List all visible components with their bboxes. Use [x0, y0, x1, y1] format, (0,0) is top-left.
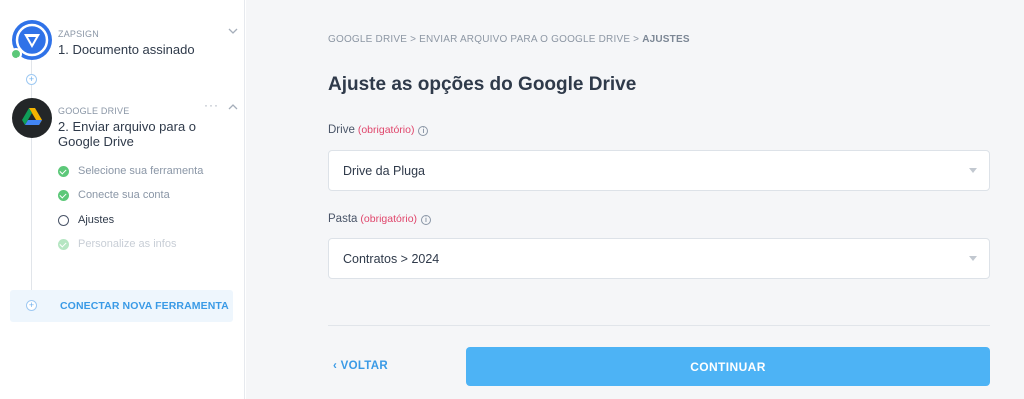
sidebar: ZAPSIGN 1. Documento assinado + GOOGLE D…: [0, 0, 245, 399]
info-icon[interactable]: i: [421, 215, 432, 225]
breadcrumb: GOOGLE DRIVE > ENVIAR ARQUIVO PARA O GOO…: [328, 34, 690, 45]
chevron-up-icon[interactable]: [228, 102, 238, 114]
drive-field-label: Drive (obrigatório) i: [328, 124, 429, 136]
folder-field-label: Pasta (obrigatório) i: [328, 213, 432, 225]
field-label-text: Pasta: [328, 213, 358, 225]
folder-select[interactable]: Contratos > 2024: [328, 238, 990, 279]
divider: [328, 325, 990, 326]
connect-new-tool-button[interactable]: + CONECTAR NOVA FERRAMENTA: [10, 290, 233, 322]
more-icon[interactable]: ···: [204, 98, 219, 112]
continue-button[interactable]: CONTINUAR: [466, 347, 990, 386]
substep-label: Ajustes: [78, 214, 115, 226]
check-icon: [58, 190, 69, 201]
drive-select-value: Drive da Pluga: [343, 164, 425, 178]
folder-select-value: Contratos > 2024: [343, 252, 440, 266]
main-panel: GOOGLE DRIVE > ENVIAR ARQUIVO PARA O GOO…: [246, 0, 1024, 399]
timeline-connector: [31, 138, 32, 290]
chevron-down-icon[interactable]: [228, 26, 238, 38]
plus-icon: +: [26, 300, 37, 311]
breadcrumb-current: AJUSTES: [642, 34, 690, 45]
required-tag: (obrigatório): [357, 124, 415, 136]
substep-label: Conecte sua conta: [78, 189, 170, 201]
add-step-icon[interactable]: +: [26, 74, 37, 85]
app-name: GOOGLE DRIVE: [58, 106, 130, 116]
google-drive-logo-icon: [12, 98, 52, 138]
step-title: 1. Documento assinado: [58, 42, 195, 57]
drive-select[interactable]: Drive da Pluga: [328, 150, 990, 191]
app-name: ZAPSIGN: [58, 29, 99, 39]
back-button-label: ‹ VOLTAR: [333, 360, 388, 372]
check-icon: [58, 166, 69, 177]
current-step-icon: [58, 215, 69, 226]
step-title-continued: Google Drive: [58, 134, 134, 149]
caret-down-icon: [969, 256, 977, 261]
continue-button-label: CONTINUAR: [690, 360, 766, 374]
check-icon: [10, 48, 22, 62]
required-tag: (obrigatório): [360, 213, 418, 225]
substep-label: Personalize as infos: [78, 238, 177, 250]
check-icon: [58, 239, 69, 250]
breadcrumb-path: GOOGLE DRIVE > ENVIAR ARQUIVO PARA O GOO…: [328, 34, 643, 45]
substep-label: Selecione sua ferramenta: [78, 165, 204, 177]
back-button[interactable]: ‹ VOLTAR: [328, 352, 418, 378]
connect-new-tool-label: CONECTAR NOVA FERRAMENTA: [60, 300, 229, 312]
step-title: 2. Enviar arquivo para o: [58, 119, 197, 134]
info-icon[interactable]: i: [418, 126, 429, 136]
caret-down-icon: [969, 168, 977, 173]
field-label-text: Drive: [328, 124, 355, 136]
page-title: Ajuste as opções do Google Drive: [328, 74, 637, 95]
